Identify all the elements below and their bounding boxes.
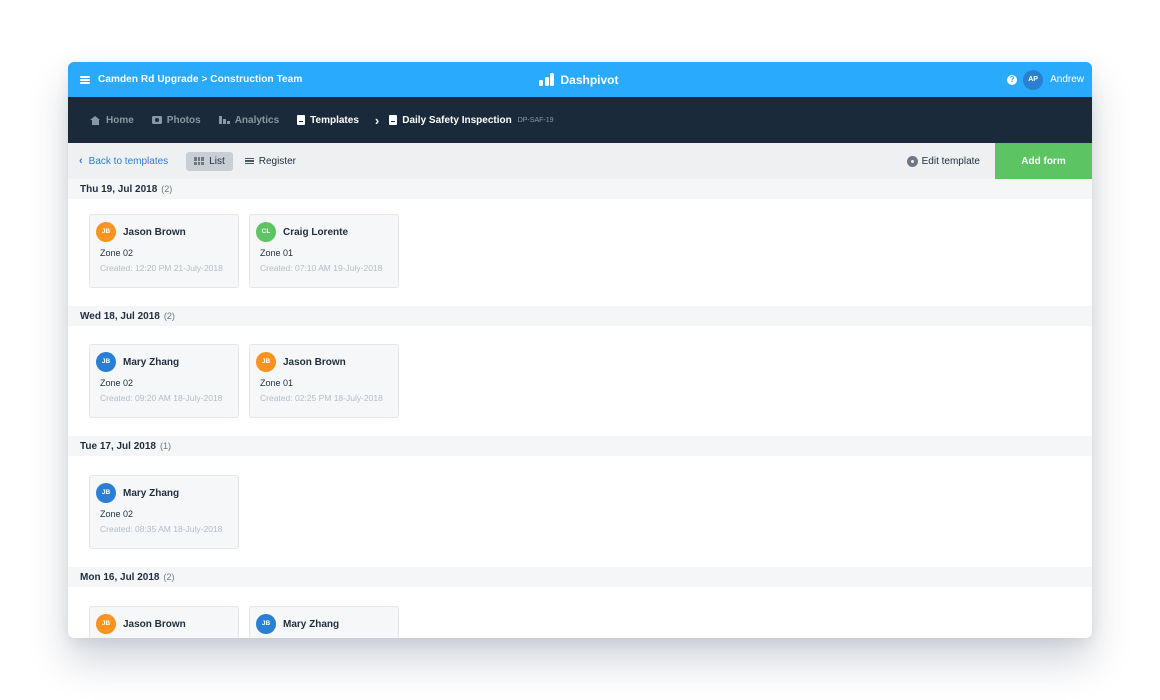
nav-item-photos[interactable]: Photos (151, 114, 201, 126)
current-template-name: Daily Safety Inspection (402, 114, 512, 126)
form-created: Created: 12:20 PM 21-July-2018 (100, 263, 223, 273)
brand-name: Dashpivot (560, 72, 619, 87)
document-icon (389, 115, 398, 125)
date-group-cards: JB Jason Brown JB Mary Zhang (68, 587, 1092, 638)
list-icon (244, 157, 254, 165)
dashpivot-logo-icon (539, 73, 556, 86)
form-card[interactable]: JB Mary Zhang Zone 02 Created: 08:35 AM … (89, 475, 239, 549)
form-card[interactable]: JB Jason Brown Zone 01 Created: 02:25 PM… (249, 344, 399, 418)
form-zone: Zone 01 (260, 248, 294, 258)
register-view-button[interactable]: Register (237, 152, 304, 171)
form-card[interactable]: CL Craig Lorente Zone 01 Created: 07:10 … (249, 214, 399, 288)
form-zone: Zone 01 (260, 378, 294, 388)
group-date: Tue 17, Jul 2018 (80, 440, 156, 452)
nav-item-current-template[interactable]: Daily Safety Inspection DP-SAF-19 (389, 114, 554, 126)
document-icon (297, 115, 306, 125)
list-view-button[interactable]: List (186, 151, 233, 171)
form-zone: Zone 02 (100, 378, 134, 388)
form-zone: Zone 02 (100, 248, 134, 258)
author-avatar: JB (256, 614, 276, 634)
nav-item-analytics[interactable]: Analytics (218, 114, 280, 126)
project-breadcrumb[interactable]: Camden Rd Upgrade > Construction Team (98, 74, 302, 85)
group-date: Thu 19, Jul 2018 (80, 183, 158, 195)
form-card[interactable]: JB Mary Zhang Zone 02 Created: 09:20 AM … (89, 344, 239, 418)
form-zone: Zone 02 (100, 509, 134, 519)
forms-list[interactable]: Thu 19, Jul 2018 (2) JB Jason Brown Zone… (68, 179, 1092, 638)
chevron-right-icon: › (374, 112, 380, 128)
user-area: ? AP Andrew (1007, 62, 1084, 97)
home-icon (90, 115, 101, 125)
date-group-header: Mon 16, Jul 2018 (2) (68, 567, 1092, 587)
group-count: (2) (163, 311, 175, 321)
author-avatar: JB (256, 352, 276, 372)
author-avatar: JB (96, 222, 116, 242)
author-avatar: JB (96, 352, 116, 372)
group-count: (2) (161, 184, 173, 194)
camera-icon (151, 116, 162, 124)
group-date: Mon 16, Jul 2018 (80, 571, 160, 583)
nav-item-label: Photos (166, 114, 201, 126)
nav-item-label: Analytics (234, 114, 280, 126)
form-created: Created: 09:20 AM 18-July-2018 (100, 393, 223, 403)
author-name: Mary Zhang (123, 356, 180, 368)
date-group-header: Tue 17, Jul 2018 (1) (68, 436, 1092, 456)
brand[interactable]: Dashpivot (539, 62, 619, 97)
hamburger-menu-icon[interactable] (80, 75, 90, 84)
top-bar: Camden Rd Upgrade > Construction Team Da… (68, 62, 1092, 97)
author-name: Jason Brown (123, 226, 186, 238)
nav-item-label: Home (106, 114, 134, 126)
group-count: (1) (159, 441, 171, 451)
area-chart-icon (218, 116, 230, 124)
date-group-header: Thu 19, Jul 2018 (2) (68, 179, 1092, 199)
author-name: Craig Lorente (283, 226, 349, 238)
toolbar: ‹ Back to templates List Register Edit t… (68, 143, 1092, 179)
register-label: Register (258, 155, 296, 167)
back-to-templates-link[interactable]: ‹ Back to templates (79, 155, 168, 167)
author-name: Jason Brown (123, 618, 186, 630)
group-date: Wed 18, Jul 2018 (80, 310, 160, 322)
app-window: Camden Rd Upgrade > Construction Team Da… (68, 62, 1092, 638)
question-circle-icon[interactable]: ? (1007, 74, 1018, 85)
form-created: Created: 08:35 AM 18-July-2018 (100, 524, 223, 534)
grid-icon (194, 157, 205, 165)
date-group-cards: JB Jason Brown Zone 02 Created: 12:20 PM… (68, 199, 1092, 306)
gear-icon (907, 156, 917, 166)
date-group-cards: JB Mary Zhang Zone 02 Created: 09:20 AM … (68, 326, 1092, 436)
nav-bar: Home Photos Analytics Templates › Daily … (68, 97, 1092, 143)
date-group-cards: JB Mary Zhang Zone 02 Created: 08:35 AM … (68, 456, 1092, 567)
author-avatar: JB (96, 483, 116, 503)
form-card[interactable]: JB Jason Brown Zone 02 Created: 12:20 PM… (89, 214, 239, 288)
form-created: Created: 02:25 PM 18-July-2018 (260, 393, 383, 403)
back-label: Back to templates (88, 155, 169, 167)
nav-item-label: Templates (310, 114, 359, 126)
form-created: Created: 07:10 AM 19-July-2018 (260, 263, 383, 273)
date-group-header: Wed 18, Jul 2018 (2) (68, 306, 1092, 326)
author-avatar: JB (96, 614, 116, 634)
group-count: (2) (163, 572, 175, 582)
template-code: DP-SAF-19 (517, 116, 554, 124)
user-name[interactable]: Andrew (1050, 74, 1084, 85)
add-form-button[interactable]: Add form (995, 143, 1092, 179)
nav-item-templates[interactable]: Templates (297, 115, 359, 126)
author-name: Mary Zhang (123, 487, 180, 499)
list-label: List (209, 155, 225, 167)
author-avatar: CL (256, 222, 276, 242)
user-avatar[interactable]: AP (1023, 69, 1044, 90)
author-name: Jason Brown (283, 356, 346, 368)
nav-item-home[interactable]: Home (90, 115, 134, 126)
edit-template-button[interactable]: Edit template (907, 143, 980, 179)
form-card[interactable]: JB Mary Zhang (249, 606, 399, 638)
chevron-left-icon: ‹ (79, 155, 83, 167)
form-card[interactable]: JB Jason Brown (89, 606, 239, 638)
edit-template-label: Edit template (921, 155, 980, 167)
author-name: Mary Zhang (283, 618, 340, 630)
